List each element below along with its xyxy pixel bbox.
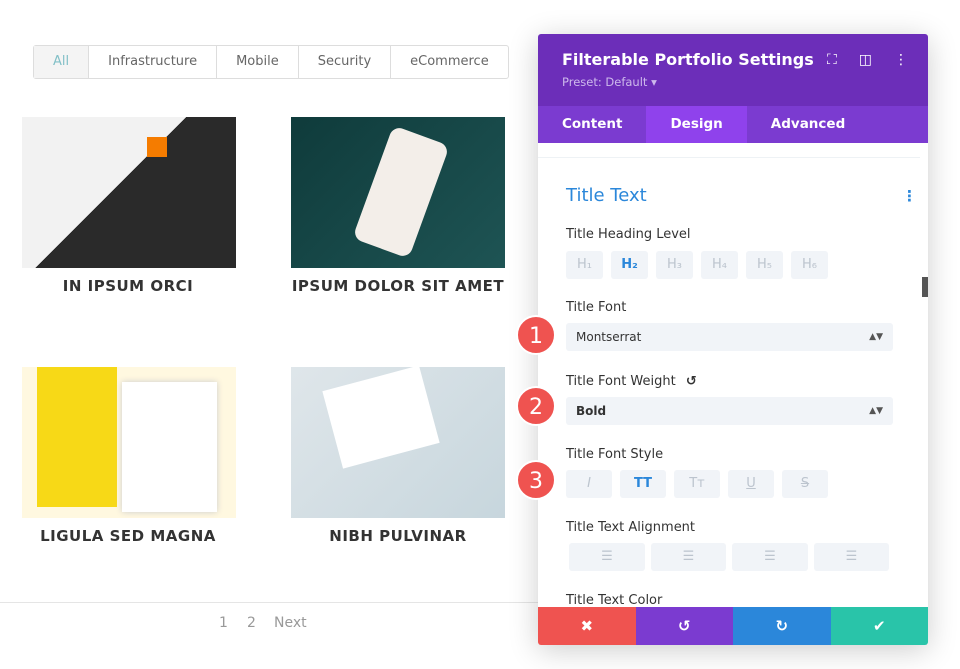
heading-h3-button[interactable]: H₃: [656, 251, 693, 279]
step-badge-3: 3: [516, 460, 556, 500]
select-arrows-icon: ▲▼: [869, 406, 883, 416]
portfolio-title[interactable]: IN IPSUM ORCI: [3, 278, 253, 295]
split-view-icon[interactable]: ◫: [859, 52, 872, 68]
align-right-icon[interactable]: ☰: [732, 543, 808, 571]
step-badge-2: 2: [516, 386, 556, 426]
heading-h1-button[interactable]: H₁: [566, 251, 603, 279]
tab-advanced[interactable]: Advanced: [747, 106, 869, 143]
page-2-link[interactable]: 2: [247, 615, 256, 631]
panel-body: Title Text ⋮ Title Heading Level H₁ H₂ H…: [538, 143, 928, 608]
underline-button[interactable]: U: [728, 470, 774, 498]
more-options-icon[interactable]: ⋮: [894, 52, 908, 68]
text-color-label: Title Text Color: [566, 593, 663, 608]
heading-h4-button[interactable]: H₄: [701, 251, 738, 279]
portfolio-filter-bar: All Infrastructure Mobile Security eComm…: [33, 45, 509, 79]
smallcaps-button[interactable]: Tт: [674, 470, 720, 498]
filter-ecommerce[interactable]: eCommerce: [391, 46, 508, 78]
reset-icon[interactable]: ↺: [686, 374, 697, 389]
heading-level-label: Title Heading Level: [566, 227, 691, 242]
settings-panel: Filterable Portfolio Settings Preset: De…: [538, 34, 928, 645]
cancel-button[interactable]: ✖: [538, 607, 636, 645]
step-badge-1: 1: [516, 315, 556, 355]
portfolio-image[interactable]: [291, 117, 505, 268]
next-page-link[interactable]: Next: [274, 615, 307, 631]
fullscreen-icon[interactable]: ⛶: [827, 52, 837, 68]
save-button[interactable]: ✔: [830, 607, 928, 645]
uppercase-button[interactable]: TT: [620, 470, 666, 498]
portfolio-title[interactable]: IPSUM DOLOR SIT AMET: [273, 278, 523, 295]
panel-tabs: Content Design Advanced: [538, 106, 928, 143]
scrollbar-thumb[interactable]: [922, 277, 928, 297]
portfolio-title[interactable]: LIGULA SED MAGNA: [3, 528, 253, 545]
font-weight-value: Bold: [576, 404, 607, 418]
undo-button[interactable]: ↺: [635, 607, 733, 645]
tab-content[interactable]: Content: [538, 106, 646, 143]
select-arrows-icon: ▲▼: [869, 332, 883, 342]
align-justify-icon[interactable]: ☰: [814, 543, 889, 571]
redo-button[interactable]: ↻: [733, 607, 831, 645]
portfolio-image[interactable]: [291, 367, 505, 518]
heading-h5-button[interactable]: H₅: [746, 251, 783, 279]
font-label: Title Font: [566, 300, 627, 315]
filter-all[interactable]: All: [34, 46, 90, 78]
filter-mobile[interactable]: Mobile: [217, 46, 299, 78]
section-options-icon[interactable]: ⋮: [902, 187, 917, 205]
panel-header: Filterable Portfolio Settings Preset: De…: [538, 34, 928, 106]
page-1-link[interactable]: 1: [219, 615, 228, 631]
font-weight-label: Title Font Weight ↺: [566, 374, 697, 389]
align-left-icon[interactable]: ☰: [569, 543, 645, 571]
portfolio-image[interactable]: [22, 367, 236, 518]
filter-infrastructure[interactable]: Infrastructure: [89, 46, 218, 78]
preset-dropdown[interactable]: Preset: Default ▾: [562, 75, 904, 89]
font-weight-label-text: Title Font Weight: [566, 374, 676, 389]
divider: [0, 602, 538, 603]
heading-h6-button[interactable]: H₆: [791, 251, 828, 279]
font-select[interactable]: Montserrat ▲▼: [566, 323, 893, 351]
filter-security[interactable]: Security: [299, 46, 392, 78]
italic-button[interactable]: I: [566, 470, 612, 498]
section-title[interactable]: Title Text: [566, 185, 647, 206]
font-weight-select[interactable]: Bold ▲▼: [566, 397, 893, 425]
font-style-label: Title Font Style: [566, 447, 664, 462]
heading-h2-button[interactable]: H₂: [611, 251, 648, 279]
align-center-icon[interactable]: ☰: [651, 543, 726, 571]
font-value: Montserrat: [576, 330, 642, 344]
tab-design[interactable]: Design: [646, 106, 747, 143]
divider: [538, 157, 920, 158]
strikethrough-button[interactable]: S: [782, 470, 828, 498]
portfolio-title[interactable]: NIBH PULVINAR: [273, 528, 523, 545]
text-alignment-label: Title Text Alignment: [566, 520, 696, 535]
panel-footer: ✖ ↺ ↻ ✔: [538, 607, 928, 645]
portfolio-image[interactable]: [22, 117, 236, 268]
